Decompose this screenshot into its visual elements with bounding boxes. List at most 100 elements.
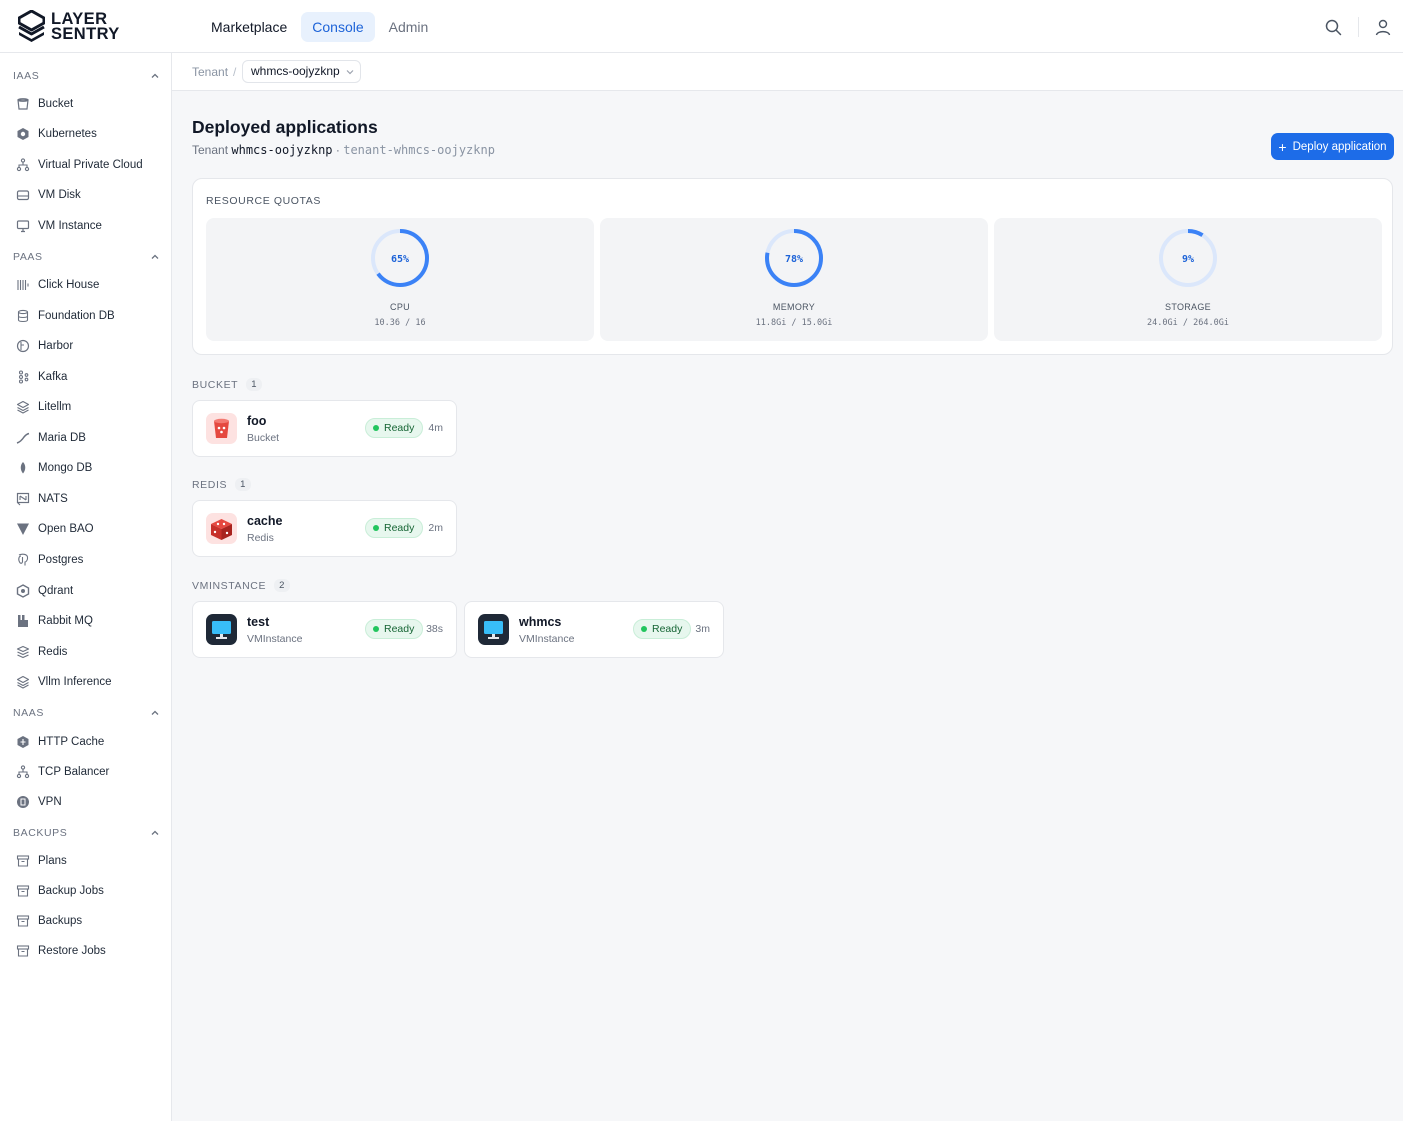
sidebar-item-kubernetes[interactable]: Kubernetes xyxy=(16,123,164,145)
top-actions xyxy=(1325,17,1391,37)
sidebar-item-restore-jobs[interactable]: Restore Jobs xyxy=(16,940,164,962)
sidebar-item-kafka[interactable]: Kafka xyxy=(16,366,164,388)
status-badge: Ready xyxy=(633,619,692,639)
sidebar-item-label: VM Disk xyxy=(38,189,81,201)
qdrant-icon xyxy=(16,584,30,598)
kubernetes-icon xyxy=(17,128,29,140)
sidebar-item-backups[interactable]: Backups xyxy=(16,910,164,932)
tab-marketplace[interactable]: Marketplace xyxy=(200,12,298,42)
search-icon[interactable] xyxy=(1325,19,1342,36)
sidebar-item-open-bao[interactable]: Open BAO xyxy=(16,518,164,540)
section-title: NAAS xyxy=(13,707,44,719)
sidebar-item-label: Virtual Private Cloud xyxy=(38,159,143,171)
sidebar-item-mongo-db[interactable]: Mongo DB xyxy=(16,457,164,479)
vpn-icon xyxy=(17,796,29,808)
sidebar-item-postgres[interactable]: Postgres xyxy=(16,549,164,571)
sidebar-item-label: Vllm Inference xyxy=(38,676,112,688)
sidebar-item-vpn[interactable]: VPN xyxy=(16,791,164,813)
sidebar-item-label: Postgres xyxy=(38,554,84,566)
deploy-application-button[interactable]: + Deploy application xyxy=(1271,133,1394,160)
sidebar-item-virtual-private-cloud[interactable]: Virtual Private Cloud xyxy=(16,154,164,176)
sidebar-item-label: Qdrant xyxy=(38,585,74,597)
divider xyxy=(1358,17,1359,37)
layer-sentry-logo-icon xyxy=(18,10,45,42)
app-card-test[interactable]: test VMInstance Ready 38s xyxy=(192,601,457,658)
brand-logo[interactable]: LAYER SENTRY xyxy=(18,10,120,43)
breadcrumb: Tenant / whmcs-oojyzknp xyxy=(172,53,1403,91)
sidebar-item-litellm[interactable]: Litellm xyxy=(16,396,164,418)
sidebar-item-http-cache[interactable]: HTTP Cache xyxy=(16,731,164,753)
app-card-whmcs[interactable]: whmcs VMInstance Ready 3m xyxy=(464,601,724,658)
app-age: 2m xyxy=(428,522,443,534)
sidebar-item-label: Maria DB xyxy=(38,432,86,444)
sidebar-item-bucket[interactable]: Bucket xyxy=(16,93,164,115)
sidebar-item-backup-jobs[interactable]: Backup Jobs xyxy=(16,880,164,902)
section-header-naas[interactable]: NAAS xyxy=(13,705,160,721)
sidebar-item-vm-instance[interactable]: VM Instance xyxy=(16,215,164,237)
breadcrumb-separator: / xyxy=(233,65,237,79)
tenant-selector-value: whmcs-oojyzknp xyxy=(251,64,340,78)
disk-icon xyxy=(16,190,30,201)
tenant-selector[interactable]: whmcs-oojyzknp xyxy=(242,60,361,83)
monitor-icon xyxy=(16,220,30,233)
app-name: test xyxy=(247,615,270,629)
sidebar-item-label: Kafka xyxy=(38,371,68,383)
rabbitmq-icon xyxy=(18,615,28,627)
group-count: 2 xyxy=(274,579,290,592)
sidebar-item-plans[interactable]: Plans xyxy=(16,850,164,872)
storage-usage: 24.0Gi / 264.0Gi xyxy=(1147,318,1229,328)
app-card-cache[interactable]: cache Redis Ready 2m xyxy=(192,500,457,557)
sidebar-item-vm-disk[interactable]: VM Disk xyxy=(16,184,164,206)
redis-app-icon xyxy=(206,513,237,544)
section-title: IAAS xyxy=(13,70,40,82)
kafka-icon xyxy=(18,370,29,384)
resource-quotas-card: RESOURCE QUOTAS 65% CPU 10.36 / 16 78% M… xyxy=(192,178,1393,355)
vm-app-icon xyxy=(478,614,509,645)
sidebar-item-label: Plans xyxy=(38,855,67,867)
group-title: REDIS xyxy=(192,478,228,491)
sidebar-item-vllm-inference[interactable]: Vllm Inference xyxy=(16,671,164,693)
app-name: foo xyxy=(247,414,267,428)
sidebar-item-maria-db[interactable]: Maria DB xyxy=(16,427,164,449)
sidebar-item-label: Litellm xyxy=(38,401,72,413)
app-name: whmcs xyxy=(519,615,562,629)
memory-percent: 78% xyxy=(785,254,803,265)
breadcrumb-root[interactable]: Tenant xyxy=(192,65,228,79)
section-header-iaas[interactable]: IAAS xyxy=(13,68,160,84)
status-label: Ready xyxy=(384,422,415,434)
sidebar-item-redis[interactable]: Redis xyxy=(16,641,164,663)
sidebar-item-foundation-db[interactable]: Foundation DB xyxy=(16,305,164,327)
sidebar-item-harbor[interactable]: Harbor xyxy=(16,335,164,357)
user-icon[interactable] xyxy=(1375,19,1391,36)
top-nav: Marketplace Console Admin xyxy=(200,12,442,42)
sidebar-item-label: Open BAO xyxy=(38,523,94,535)
sidebar-item-rabbit-mq[interactable]: Rabbit MQ xyxy=(16,610,164,632)
tab-admin[interactable]: Admin xyxy=(378,12,440,42)
sidebar-item-label: Mongo DB xyxy=(38,462,93,474)
section-title: BACKUPS xyxy=(13,827,68,839)
page-subtitle: Tenant whmcs-oojyzknp · tenant-whmcs-ooj… xyxy=(192,143,495,157)
tab-console[interactable]: Console xyxy=(301,12,375,42)
sidebar-item-label: NATS xyxy=(38,493,68,505)
sidebar-item-qdrant[interactable]: Qdrant xyxy=(16,580,164,602)
section-header-paas[interactable]: PAAS xyxy=(13,249,160,265)
sidebar-item-tcp-balancer[interactable]: TCP Balancer xyxy=(16,761,164,783)
sidebar-item-click-house[interactable]: Click House xyxy=(16,274,164,296)
status-dot xyxy=(373,626,379,632)
plus-icon: + xyxy=(1278,138,1287,155)
tenant-namespace: tenant-whmcs-oojyzknp xyxy=(343,143,495,157)
sidebar-item-nats[interactable]: NATS xyxy=(16,488,164,510)
top-bar: LAYER SENTRY Marketplace Console Admin xyxy=(0,0,1403,53)
group-header-bucket: BUCKET 1 xyxy=(192,378,263,391)
layers-icon xyxy=(16,400,30,414)
status-label: Ready xyxy=(652,623,683,635)
deploy-button-label: Deploy application xyxy=(1292,140,1387,153)
app-card-foo[interactable]: foo Bucket Ready 4m xyxy=(192,400,457,457)
group-count: 1 xyxy=(235,478,251,491)
status-label: Ready xyxy=(384,522,415,534)
app-type: VMInstance xyxy=(519,633,575,645)
brand-line-2: SENTRY xyxy=(51,24,120,43)
storage-percent: 9% xyxy=(1182,254,1194,265)
section-header-backups[interactable]: BACKUPS xyxy=(13,825,160,841)
status-dot xyxy=(373,425,379,431)
